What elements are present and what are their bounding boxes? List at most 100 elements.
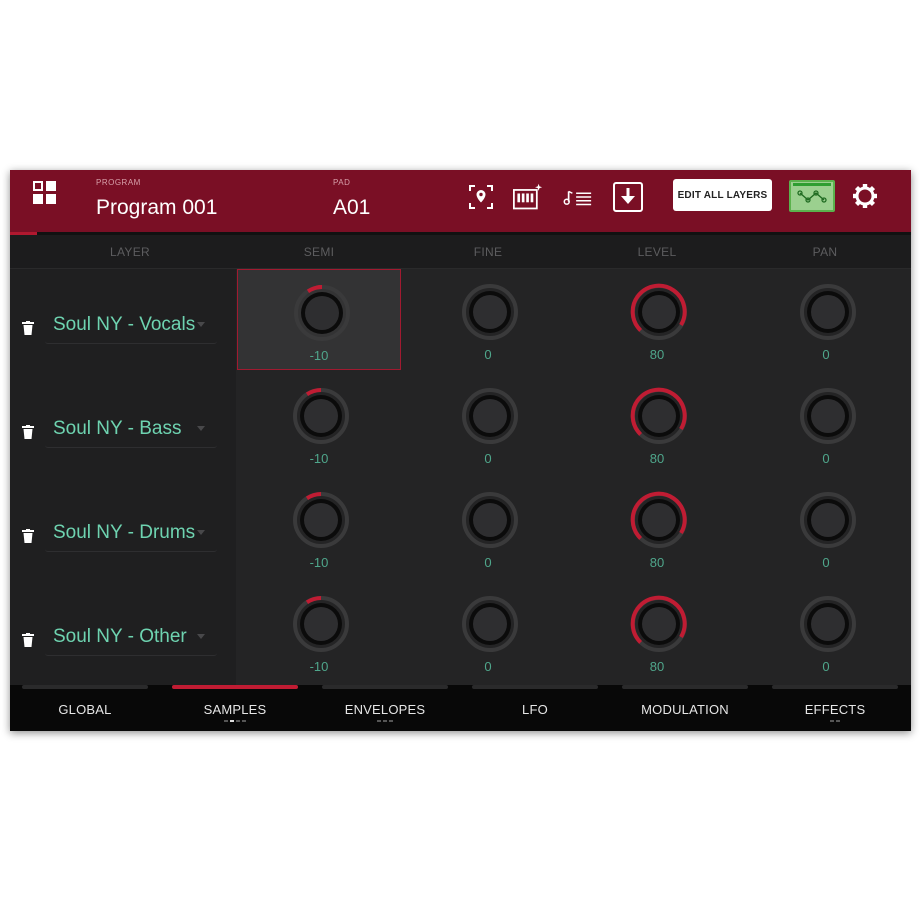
level-cell[interactable]: 80	[575, 477, 739, 581]
semi-cell[interactable]: -10	[237, 581, 401, 685]
column-header-level: LEVEL	[637, 245, 677, 259]
fine-value: 0	[484, 555, 492, 570]
pan-value: 0	[822, 555, 830, 570]
fine-knob[interactable]	[460, 282, 520, 342]
fine-knob[interactable]	[460, 594, 520, 654]
fine-value: 0	[484, 659, 492, 674]
tab-label: ENVELOPES	[344, 702, 426, 717]
layer-row: Soul NY - Other -10 0 80 0	[10, 581, 911, 685]
trash-icon[interactable]	[22, 321, 34, 335]
app-window: PROGRAM Program 001 PAD A01 EDIT ALL LAY…	[10, 170, 911, 731]
semi-knob[interactable]	[291, 490, 351, 550]
pan-knob[interactable]	[798, 594, 858, 654]
fine-value: 0	[484, 451, 492, 466]
trash-icon[interactable]	[22, 633, 34, 647]
active-tab-indicator	[172, 685, 298, 689]
tab-effects[interactable]: EFFECTS	[760, 685, 910, 731]
grid-menu-icon[interactable]	[33, 181, 59, 207]
pan-knob[interactable]	[798, 386, 858, 446]
keyboard-icon[interactable]	[513, 182, 543, 212]
column-header-layer: LAYER	[110, 245, 150, 259]
pan-cell[interactable]: 0	[744, 581, 908, 685]
pan-cell[interactable]: 0	[744, 269, 908, 373]
semi-knob[interactable]	[291, 386, 351, 446]
chevron-down-icon	[197, 530, 205, 535]
tab-label: SAMPLES	[203, 702, 267, 717]
envelope-graph-button[interactable]	[789, 180, 835, 212]
gear-icon[interactable]	[852, 183, 878, 209]
layer-name-selector[interactable]: Soul NY - Vocals	[45, 309, 217, 344]
note-list-icon[interactable]	[563, 182, 593, 212]
layer-name: Soul NY - Drums	[53, 522, 196, 543]
trash-icon[interactable]	[22, 529, 34, 543]
semi-value: -10	[309, 451, 329, 466]
fine-cell[interactable]: 0	[406, 477, 570, 581]
fine-knob[interactable]	[460, 490, 520, 550]
semi-value: -10	[309, 555, 329, 570]
fine-cell[interactable]: 0	[406, 581, 570, 685]
column-headers: LAYER SEMI FINE LEVEL PAN	[10, 235, 911, 269]
program-label: PROGRAM	[96, 178, 141, 187]
column-header-fine: FINE	[473, 245, 503, 259]
page-dots	[310, 720, 460, 722]
pan-knob[interactable]	[798, 490, 858, 550]
level-knob[interactable]	[629, 490, 689, 550]
header-bar: PROGRAM Program 001 PAD A01 EDIT ALL LAY…	[10, 170, 911, 232]
tab-samples[interactable]: SAMPLES	[160, 685, 310, 731]
chevron-down-icon	[197, 634, 205, 639]
tab-global[interactable]: GLOBAL	[10, 685, 160, 731]
tab-envelopes[interactable]: ENVELOPES	[310, 685, 460, 731]
tab-lfo[interactable]: LFO	[460, 685, 610, 731]
level-cell[interactable]: 80	[575, 581, 739, 685]
trash-icon[interactable]	[22, 425, 34, 439]
bottom-tab-bar: GLOBAL SAMPLES ENVELOPES LFO MODULATION …	[10, 685, 911, 731]
page-dots	[760, 720, 910, 722]
semi-cell[interactable]: -10	[237, 373, 401, 477]
level-value: 80	[649, 555, 665, 570]
level-cell[interactable]: 80	[575, 269, 739, 373]
program-selector[interactable]: Program 001	[96, 196, 217, 220]
pan-value: 0	[822, 347, 830, 362]
column-header-pan: PAN	[812, 245, 838, 259]
level-cell[interactable]: 80	[575, 373, 739, 477]
semi-value: -10	[309, 659, 329, 674]
tab-modulation[interactable]: MODULATION	[610, 685, 760, 731]
pad-label: PAD	[333, 178, 351, 187]
column-header-semi: SEMI	[303, 245, 335, 259]
fine-knob[interactable]	[460, 386, 520, 446]
level-knob[interactable]	[629, 386, 689, 446]
level-knob[interactable]	[629, 594, 689, 654]
layer-name: Soul NY - Vocals	[53, 314, 196, 335]
tab-label: GLOBAL	[58, 702, 112, 717]
pad-locate-icon[interactable]	[466, 182, 496, 212]
layer-name-selector[interactable]: Soul NY - Other	[45, 621, 217, 656]
layer-name-selector[interactable]: Soul NY - Drums	[45, 517, 217, 552]
semi-cell[interactable]: -10	[237, 269, 401, 370]
level-knob[interactable]	[629, 282, 689, 342]
edit-all-layers-button[interactable]: EDIT ALL LAYERS	[673, 179, 772, 211]
pan-value: 0	[822, 659, 830, 674]
layer-row: Soul NY - Bass -10 0 80 0	[10, 373, 911, 478]
fine-cell[interactable]: 0	[406, 373, 570, 477]
download-icon[interactable]	[613, 182, 643, 212]
chevron-down-icon	[197, 426, 205, 431]
pan-cell[interactable]: 0	[744, 477, 908, 581]
pan-value: 0	[822, 451, 830, 466]
level-value: 80	[649, 347, 665, 362]
layer-name-selector[interactable]: Soul NY - Bass	[45, 413, 217, 448]
page-dots	[160, 720, 310, 722]
layer-name: Soul NY - Bass	[53, 418, 182, 439]
tab-label: MODULATION	[641, 702, 729, 717]
layer-row: Soul NY - Drums -10 0 80 0	[10, 477, 911, 582]
fine-cell[interactable]: 0	[406, 269, 570, 373]
layer-name: Soul NY - Other	[53, 626, 187, 647]
pad-selector[interactable]: A01	[333, 196, 370, 220]
pan-knob[interactable]	[798, 282, 858, 342]
chevron-down-icon	[197, 322, 205, 327]
fine-value: 0	[484, 347, 492, 362]
semi-knob[interactable]	[292, 283, 352, 343]
semi-knob[interactable]	[291, 594, 351, 654]
layer-row: Soul NY - Vocals -10 0 80 0	[10, 269, 911, 374]
semi-cell[interactable]: -10	[237, 477, 401, 581]
pan-cell[interactable]: 0	[744, 373, 908, 477]
